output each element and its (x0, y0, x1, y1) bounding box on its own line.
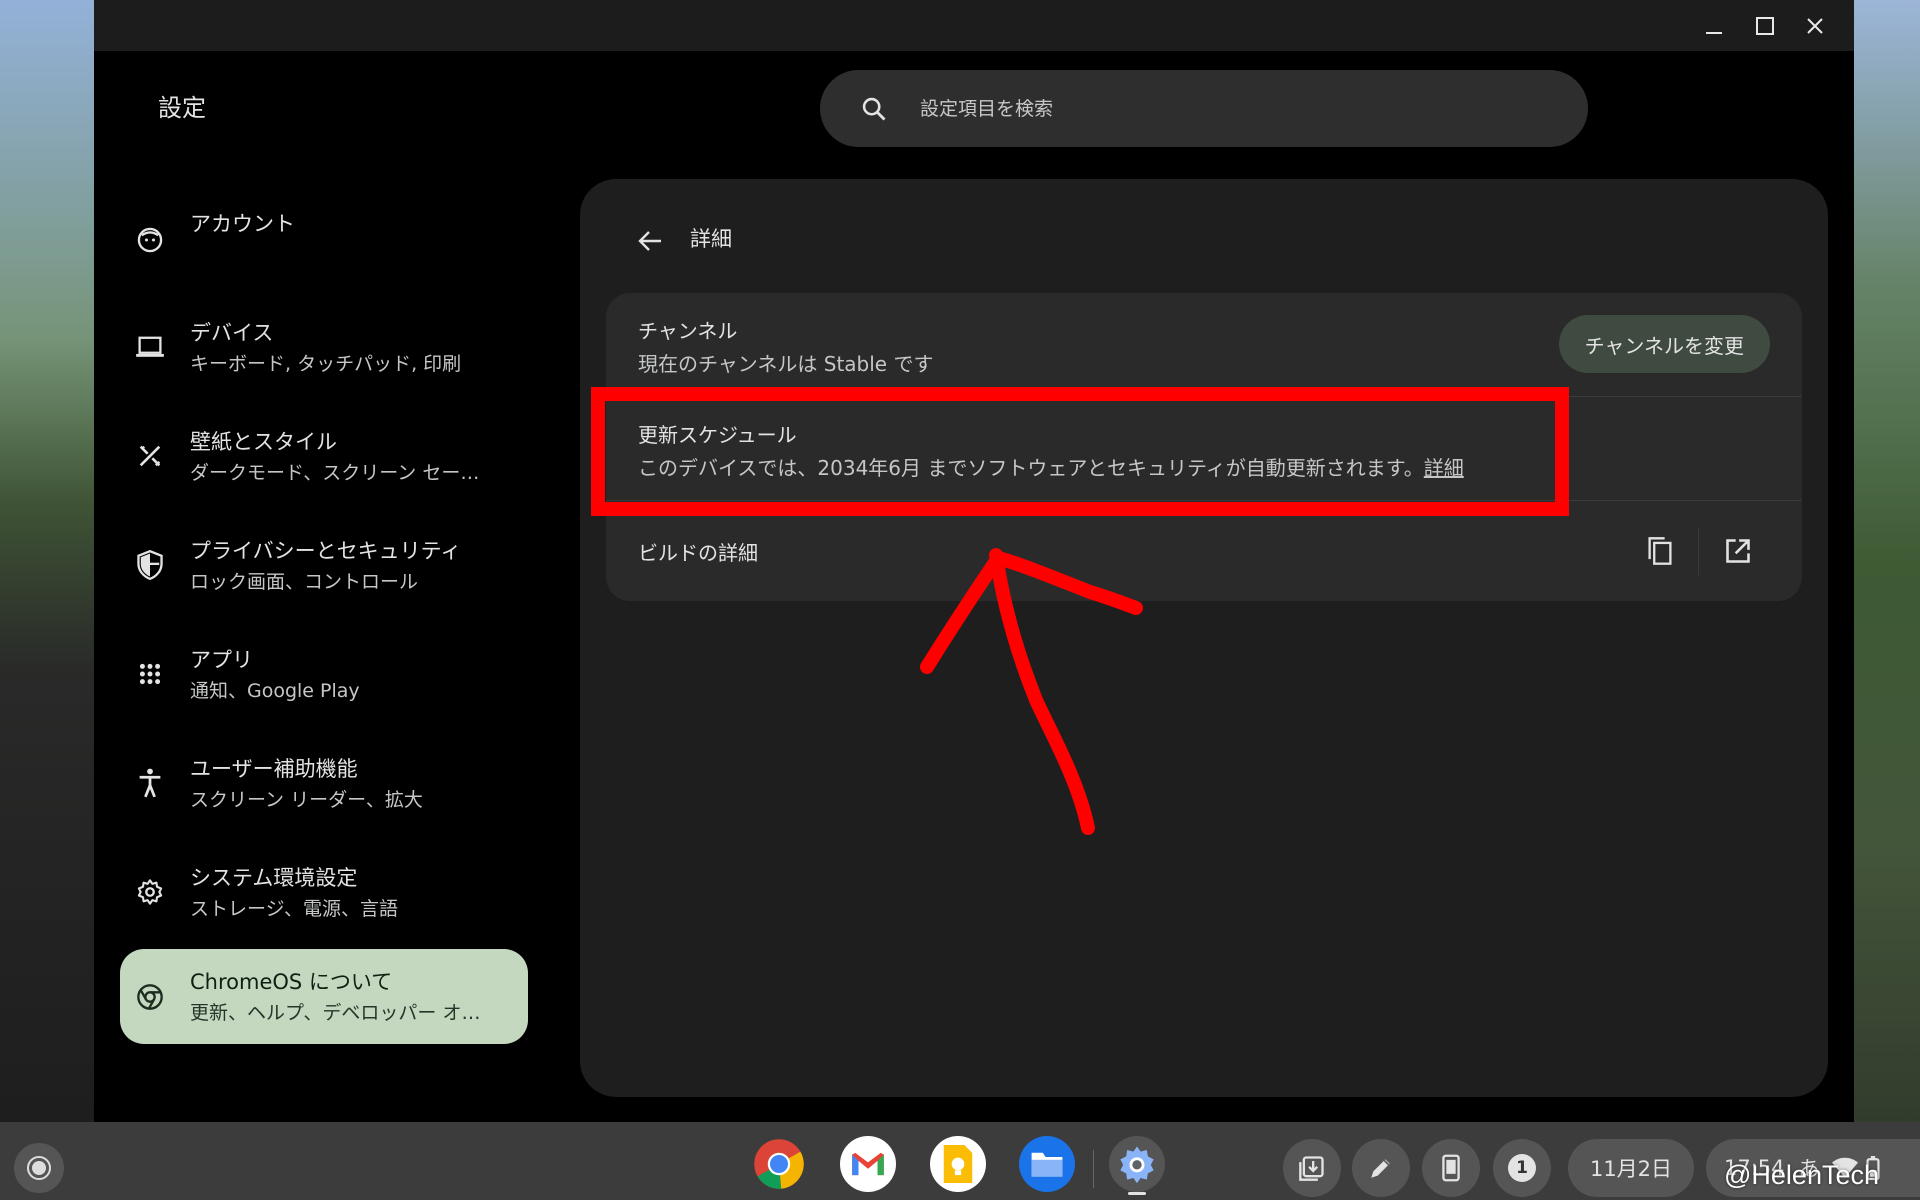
maximize-icon (1756, 17, 1774, 35)
settings-app-button[interactable] (1109, 1136, 1165, 1192)
change-channel-button[interactable]: チャンネルを変更 (1558, 315, 1770, 373)
close-button[interactable] (1799, 10, 1831, 42)
search-icon (862, 97, 886, 120)
phone-icon (1442, 1154, 1460, 1182)
settings-icon (1120, 1146, 1154, 1184)
chrome-icon (754, 1139, 804, 1189)
details-card: チャンネル 現在のチャンネルは Stable です チャンネルを変更 更新スケジ… (606, 293, 1802, 601)
learn-more-link[interactable]: 詳細 (1424, 456, 1464, 480)
minimize-button[interactable] (1698, 10, 1730, 42)
launcher-button[interactable] (14, 1143, 64, 1193)
update-schedule-text: このデバイスでは、2034年6月 までソフトウェアとセキュリティが自動更新されま… (638, 456, 1424, 480)
minimize-icon (1706, 32, 1722, 34)
page-title: 詳細 (690, 227, 732, 251)
open-in-new-icon (1726, 539, 1750, 563)
shelf-separator (1093, 1150, 1094, 1188)
stylus-tray-button[interactable] (1352, 1139, 1410, 1197)
open-in-new-button[interactable] (1718, 531, 1758, 571)
keep-icon (943, 1145, 973, 1183)
update-schedule-title: 更新スケジュール (638, 423, 797, 447)
laptop-icon (134, 331, 166, 363)
date-text: 11月2日 (1589, 1157, 1673, 1181)
notification-button[interactable]: 1 (1493, 1139, 1551, 1197)
maximize-button[interactable] (1749, 10, 1781, 42)
accessibility-icon (134, 767, 166, 799)
pen-icon (1371, 1159, 1390, 1178)
sidebar-item-title: デバイス (190, 321, 274, 345)
update-schedule-subtitle: このデバイスでは、2034年6月 までソフトウェアとセキュリティが自動更新されま… (638, 452, 1464, 481)
copy-icon (1648, 537, 1672, 565)
wallpaper-right (1854, 0, 1920, 1122)
chromeos-icon (134, 981, 166, 1013)
channel-row: チャンネル 現在のチャンネルは Stable です チャンネルを変更 (606, 293, 1802, 397)
chrome-app-button[interactable] (751, 1136, 807, 1192)
palette-icon (134, 440, 166, 472)
keep-app-button[interactable] (930, 1136, 986, 1192)
sidebar-item-title: アプリ (190, 648, 253, 672)
sidebar-item-account[interactable]: アカウント (120, 184, 528, 293)
search-input[interactable] (920, 97, 1520, 120)
back-button[interactable] (630, 221, 670, 261)
channel-subtitle: 現在のチャンネルは Stable です (638, 352, 934, 376)
sidebar-item-title: 壁紙とスタイル (190, 430, 337, 454)
sidebar-item-accessibility[interactable]: ユーザー補助機能 スクリーン リーダー、拡大 (120, 729, 528, 838)
shelf: 1 11月2日 17:54 あ (0, 1122, 1920, 1200)
sidebar-item-subtitle: ロック画面、コントロール (190, 571, 419, 593)
wallpaper-left (0, 0, 95, 1122)
update-schedule-row: 更新スケジュール このデバイスでは、2034年6月 までソフトウェアとセキュリテ… (606, 397, 1802, 501)
main-panel: 詳細 チャンネル 現在のチャンネルは Stable です チャンネルを変更 更新… (580, 179, 1828, 1097)
sidebar-item-title: アカウント (190, 212, 295, 236)
build-details-row[interactable]: ビルドの詳細 (606, 501, 1802, 601)
title-bar (94, 0, 1854, 51)
search-bar[interactable] (820, 70, 1588, 147)
sidebar-item-about-chromeos[interactable]: ChromeOS について 更新、ヘルプ、デベロッパー オ… (120, 949, 528, 1044)
sidebar-item-wallpaper[interactable]: 壁紙とスタイル ダークモード、スクリーン セー… (120, 402, 528, 511)
shield-icon (134, 549, 166, 581)
sidebar-item-title: ChromeOS について (190, 970, 393, 994)
sidebar-item-subtitle: キーボード, タッチパッド, 印刷 (190, 353, 462, 375)
sidebar-item-apps[interactable]: アプリ 通知、Google Play (120, 620, 528, 729)
date-tray[interactable]: 11月2日 (1568, 1139, 1694, 1197)
sidebar-item-device[interactable]: デバイス キーボード, タッチパッド, 印刷 (120, 293, 528, 402)
sidebar-item-subtitle: スクリーン リーダー、拡大 (190, 789, 423, 811)
app-title: 設定 (158, 94, 206, 122)
sidebar-item-title: プライバシーとセキュリティ (190, 539, 462, 563)
copy-button[interactable] (1640, 531, 1680, 571)
sidebar-item-subtitle: 通知、Google Play (190, 680, 360, 702)
notification-count: 1 (1516, 1158, 1528, 1178)
active-app-indicator (1128, 1192, 1146, 1195)
build-details-title: ビルドの詳細 (638, 541, 758, 565)
sidebar-item-subtitle: ストレージ、電源、言語 (190, 898, 399, 920)
files-icon (1031, 1152, 1063, 1177)
sidebar: アカウント デバイス キーボード, タッチパッド, 印刷 壁紙とスタイル ダーク… (120, 184, 530, 1044)
sidebar-item-privacy[interactable]: プライバシーとセキュリティ ロック画面、コントロール (120, 511, 528, 620)
vertical-divider (1698, 527, 1699, 575)
apps-grid-icon (134, 658, 166, 690)
notification-count-badge: 1 (1508, 1154, 1536, 1182)
files-app-button[interactable] (1019, 1136, 1075, 1192)
launcher-icon (27, 1156, 51, 1180)
settings-window: 設定 アカウント デバイス キーボード, タッチパッド, 印刷 壁紙とスタイル (94, 0, 1854, 1122)
gear-icon (134, 876, 166, 908)
sidebar-item-subtitle: ダークモード、スクリーン セー… (190, 462, 480, 484)
channel-title: チャンネル (638, 319, 738, 343)
close-icon (1807, 18, 1823, 34)
sidebar-item-subtitle: 更新、ヘルプ、デベロッパー オ… (190, 1002, 481, 1024)
gmail-icon (852, 1152, 884, 1176)
download-tray-button[interactable] (1283, 1139, 1341, 1197)
phone-hub-button[interactable] (1422, 1139, 1480, 1197)
download-icon (1299, 1156, 1324, 1181)
sidebar-item-title: ユーザー補助機能 (190, 757, 358, 781)
sidebar-item-title: システム環境設定 (190, 866, 358, 890)
watermark: @HelenTech (1724, 1160, 1879, 1190)
arrow-back-icon (638, 231, 661, 251)
sidebar-item-system[interactable]: システム環境設定 ストレージ、電源、言語 (120, 838, 528, 947)
account-icon (134, 224, 166, 256)
gmail-app-button[interactable] (840, 1136, 896, 1192)
